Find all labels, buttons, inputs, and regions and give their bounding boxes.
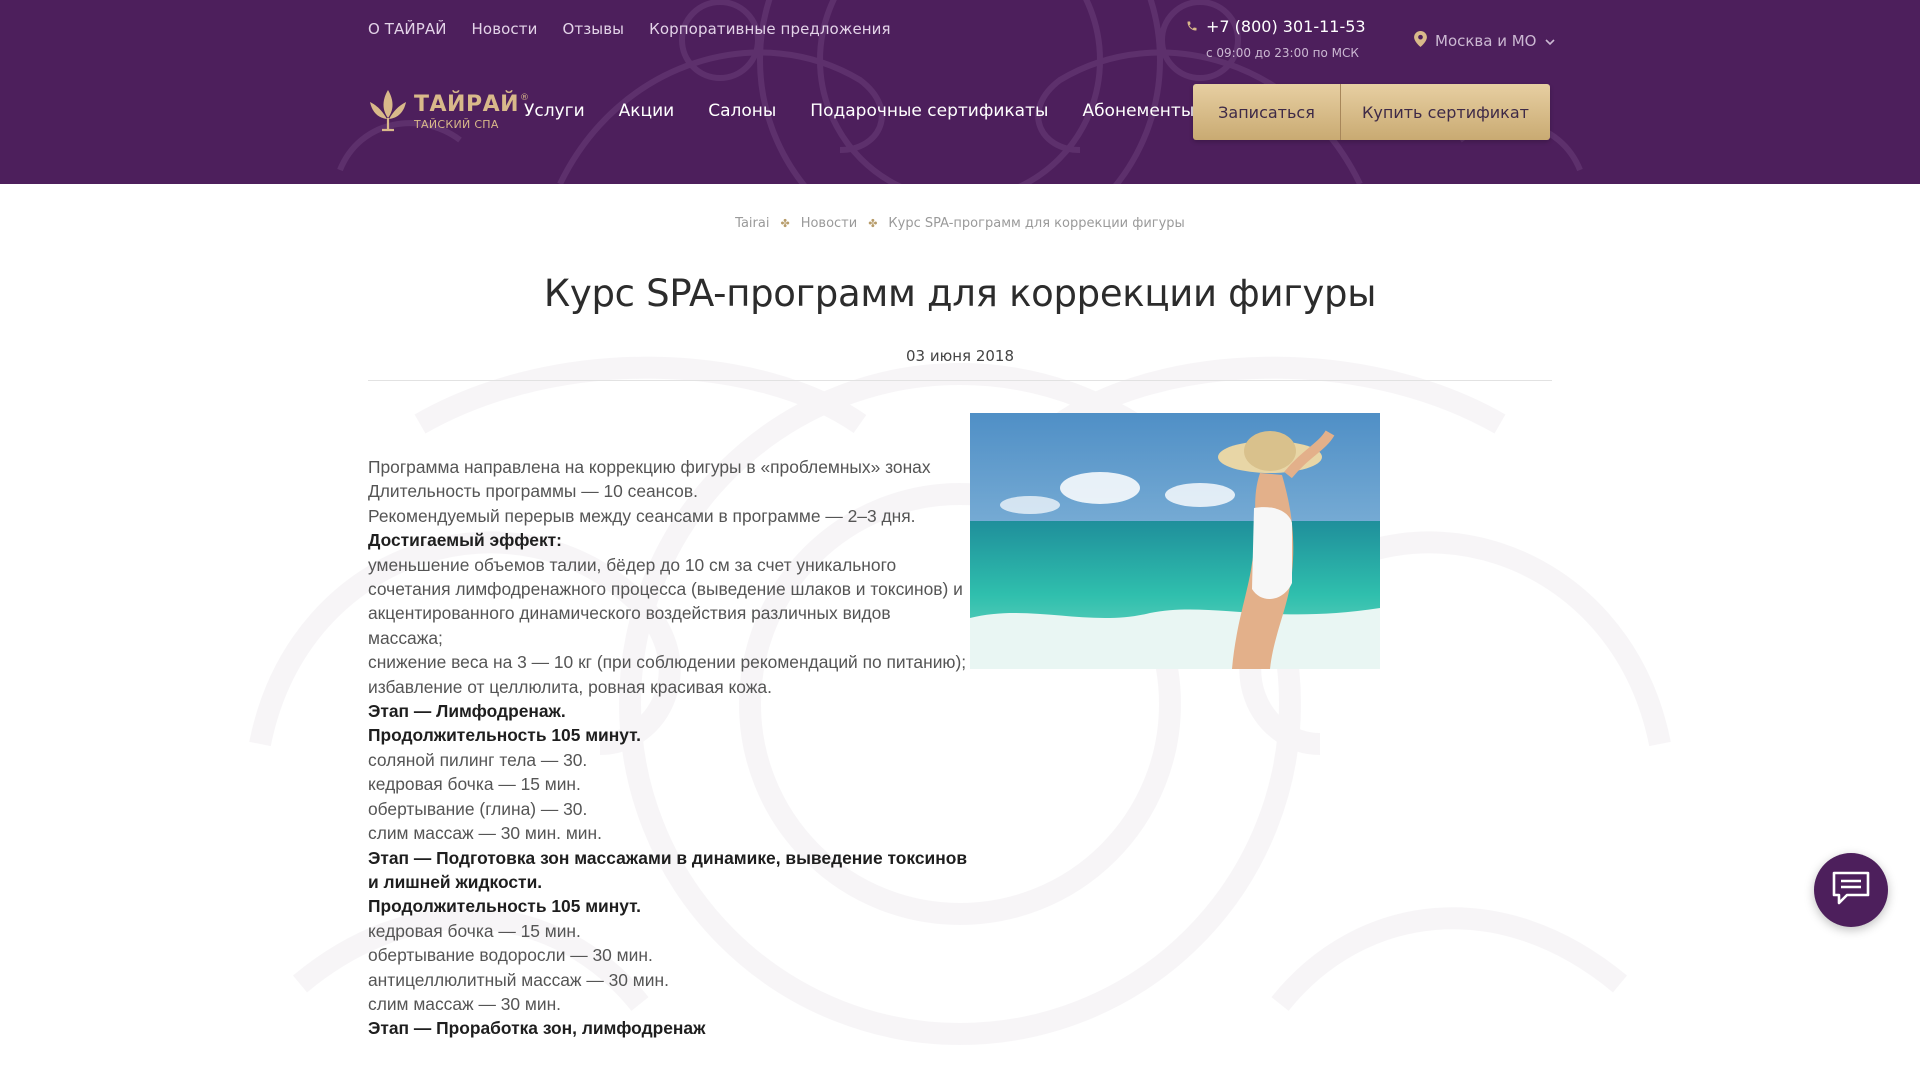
chat-button[interactable] bbox=[1814, 853, 1888, 927]
article-date: 03 июня 2018 bbox=[905, 347, 1014, 365]
book-button[interactable]: Записаться bbox=[1193, 84, 1341, 140]
article-paragraph: Программа направлена на коррекцию фигуры… bbox=[368, 457, 931, 477]
logo-title: ТАЙРАЙ bbox=[414, 92, 520, 117]
article-paragraph: слим массаж — 30 мин. bbox=[368, 993, 562, 1014]
breadcrumb-news[interactable]: Новости bbox=[801, 216, 858, 231]
top-nav-news[interactable]: Новости bbox=[472, 20, 538, 38]
article-subheading: Продолжительность 105 минут. bbox=[368, 725, 641, 746]
logo-subtitle: ТАЙСКИЙ СПА bbox=[414, 118, 499, 131]
article-paragraph: слим массаж — 30 мин. мин. bbox=[368, 823, 602, 844]
site-header: О ТАЙРАЙ Новости Отзывы Корпоративные пр… bbox=[0, 0, 1920, 184]
top-nav: О ТАЙРАЙ Новости Отзывы Корпоративные пр… bbox=[368, 20, 891, 38]
article-subheading: Этап — Подготовка зон массажами в динами… bbox=[368, 847, 968, 892]
chat-bubble-icon bbox=[1831, 869, 1871, 911]
page-title: Курс SPA-программ для коррекции фигуры bbox=[543, 272, 1377, 315]
article-paragraph: обертывание водоросли — 30 мин. bbox=[368, 945, 653, 966]
main-nav-services[interactable]: Услуги bbox=[524, 101, 585, 121]
article-body: Программа направлена на коррекцию фигуры… bbox=[368, 455, 968, 1041]
phone-icon bbox=[1186, 17, 1198, 36]
article-paragraph: Длительность программы — 10 сеансов. bbox=[368, 481, 698, 502]
article-paragraph: кедровая бочка — 15 мин. bbox=[368, 774, 581, 795]
article-paragraph: антицеллюлитный массаж — 30 мин. bbox=[368, 969, 669, 990]
breadcrumb-home[interactable]: Tairai bbox=[735, 216, 769, 231]
top-nav-reviews[interactable]: Отзывы bbox=[562, 20, 624, 38]
article-subheading: Этап — Проработка зон, лимфодренаж bbox=[368, 1018, 706, 1039]
article-paragraph: кедровая бочка — 15 мин. bbox=[368, 920, 581, 941]
title-divider bbox=[368, 380, 1552, 381]
top-nav-corporate[interactable]: Корпоративные предложения bbox=[649, 20, 891, 38]
chevron-down-icon bbox=[1544, 32, 1555, 50]
main-nav-salons[interactable]: Салоны bbox=[708, 101, 776, 121]
main-nav-subscriptions[interactable]: Абонементы bbox=[1082, 101, 1194, 121]
article-paragraph: обертывание (глина) — 30. bbox=[368, 798, 588, 819]
phone-number-link[interactable]: +7 (800) 301-11-53 bbox=[1206, 17, 1366, 36]
location-pin-icon bbox=[1414, 31, 1427, 51]
working-hours: с 09:00 до 23:00 по МСК bbox=[1206, 46, 1359, 60]
lotus-logo-icon bbox=[368, 88, 408, 136]
article-paragraph: снижение веса на 3 — 10 кг (при соблюден… bbox=[368, 652, 967, 673]
article-photo bbox=[970, 413, 1380, 669]
breadcrumb: Tairai ✤ Новости ✤ Курс SPA-программ для… bbox=[0, 216, 1920, 231]
breadcrumb-current: Курс SPA-программ для коррекции фигуры bbox=[888, 216, 1185, 231]
buy-certificate-button[interactable]: Купить сертификат bbox=[1341, 84, 1550, 140]
article-subheading: Достигаемый эффект: bbox=[368, 530, 562, 551]
top-nav-about[interactable]: О ТАЙРАЙ bbox=[368, 20, 447, 38]
article-paragraph: избавление от целлюлита, ровная красивая… bbox=[368, 676, 772, 697]
main-nav-promotions[interactable]: Акции bbox=[619, 101, 675, 121]
main-nav: Услуги Акции Салоны Подарочные сертифика… bbox=[524, 101, 1194, 121]
lotus-separator-icon: ✤ bbox=[780, 217, 790, 230]
main-nav-gift-certificates[interactable]: Подарочные сертификаты bbox=[810, 101, 1048, 121]
header-ornament bbox=[337, 0, 1583, 184]
article-paragraph: соляной пилинг тела — 30. bbox=[368, 749, 588, 770]
city-label: Москва и МО bbox=[1435, 32, 1537, 50]
lotus-separator-icon: ✤ bbox=[868, 217, 878, 230]
city-selector[interactable]: Москва и МО bbox=[1414, 31, 1555, 51]
article-paragraph: Рекомендуемый перерыв между сеансами в п… bbox=[368, 505, 916, 526]
contact-block: +7 (800) 301-11-53 с 09:00 до 23:00 по М… bbox=[1186, 17, 1366, 60]
article-subheading: Этап — Лимфодренаж. bbox=[368, 701, 566, 722]
site-logo[interactable]: ТАЙРАЙ® ТАЙСКИЙ СПА bbox=[368, 88, 530, 136]
article-subheading: Продолжительность 105 минут. bbox=[368, 896, 641, 917]
article-paragraph: уменьшение объемов талии, бёдер до 10 см… bbox=[368, 554, 963, 648]
header-actions: Записаться Купить сертификат bbox=[1193, 84, 1550, 140]
